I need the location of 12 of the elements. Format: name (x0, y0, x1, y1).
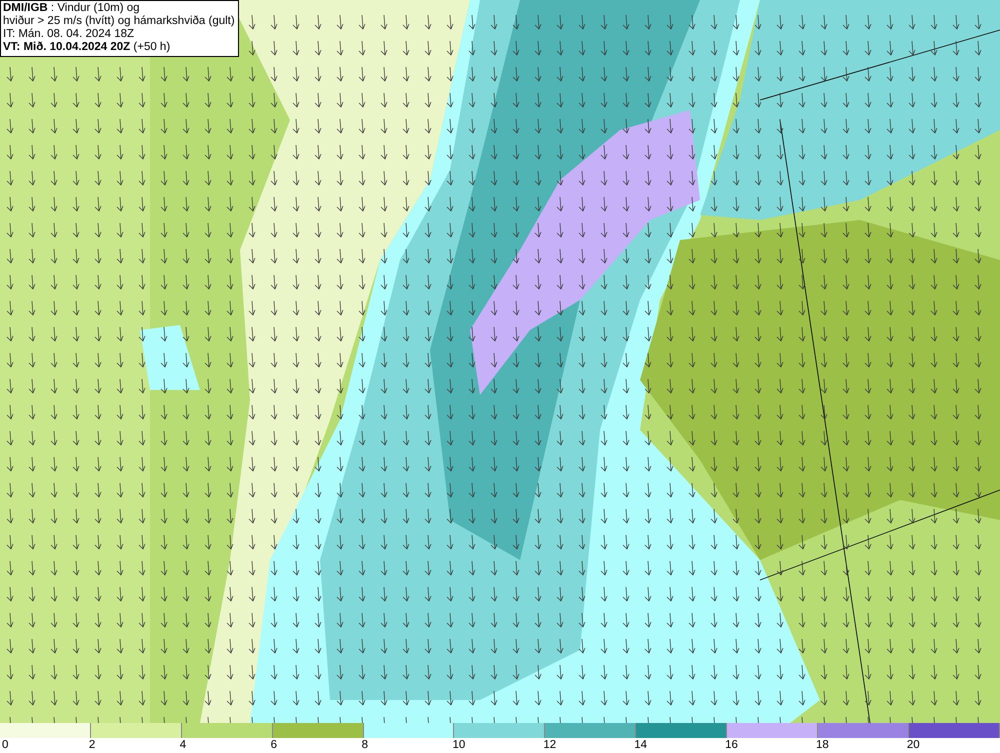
legend-label: 16 (725, 738, 738, 752)
legend-label: 8 (362, 738, 368, 752)
legend-label: 20 (906, 738, 920, 752)
title-box: DMI/IGB : Vindur (10m) og hviður > 25 m/s (hvítt) og hámarkshviða (gult) IT: Mán. 08. 04. 2024 18Z VT: Mið. 10.04.2024 20Z (+50 h) (0, 0, 239, 57)
legend-label: 2 (88, 738, 96, 752)
legend-label: 4 (180, 738, 186, 752)
legend-label: 14 (634, 738, 648, 752)
legend-label: 18 (816, 738, 829, 752)
legend-label: 10 (452, 738, 466, 752)
legend-label: 0 (2, 738, 8, 752)
legend-label: 12 (543, 738, 556, 752)
legend-label: 6 (270, 738, 278, 752)
